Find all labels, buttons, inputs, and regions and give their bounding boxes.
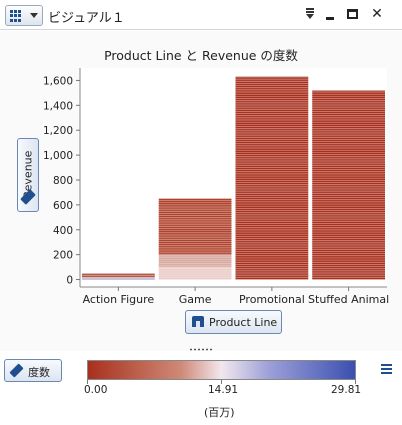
y-tick-label: 1,000	[43, 150, 73, 162]
y-tick-label: 1,600	[43, 75, 73, 87]
color-gradient-legend	[87, 360, 356, 380]
x-tick-label: Action Figure	[83, 293, 155, 306]
heatmap-cell	[235, 76, 309, 280]
panel-splitter-handle[interactable]	[189, 348, 213, 351]
legend-min-label: 0.00	[84, 384, 108, 396]
heatmap-chart: 0 200 400 600 800 1,000 1,200 1,400 1,600 Action …	[43, 68, 389, 306]
legend-max-label: 29.81	[331, 384, 362, 396]
x-tick-label: Stuffed Animal	[308, 293, 389, 306]
legend-options-icon[interactable]	[380, 361, 396, 377]
legend-mid-label: 14.91	[208, 384, 239, 396]
y-tick-label: 200	[53, 250, 73, 262]
y-tick-label: 1,200	[43, 125, 73, 137]
y-tick-label: 400	[53, 225, 73, 237]
y-tick-label: 600	[53, 200, 73, 212]
x-tick-label: Game	[179, 293, 212, 306]
legend-role-label: 度数	[28, 366, 50, 379]
x-tick-label: Promotional	[239, 293, 305, 306]
y-tick-label: 1,400	[43, 100, 73, 112]
legend-unit-label: (百万)	[204, 406, 235, 419]
y-tick-label: 0	[66, 275, 73, 287]
x-axis-role-label: Product Line	[209, 316, 278, 329]
y-tick-label: 800	[53, 175, 73, 187]
category-icon	[192, 316, 204, 327]
